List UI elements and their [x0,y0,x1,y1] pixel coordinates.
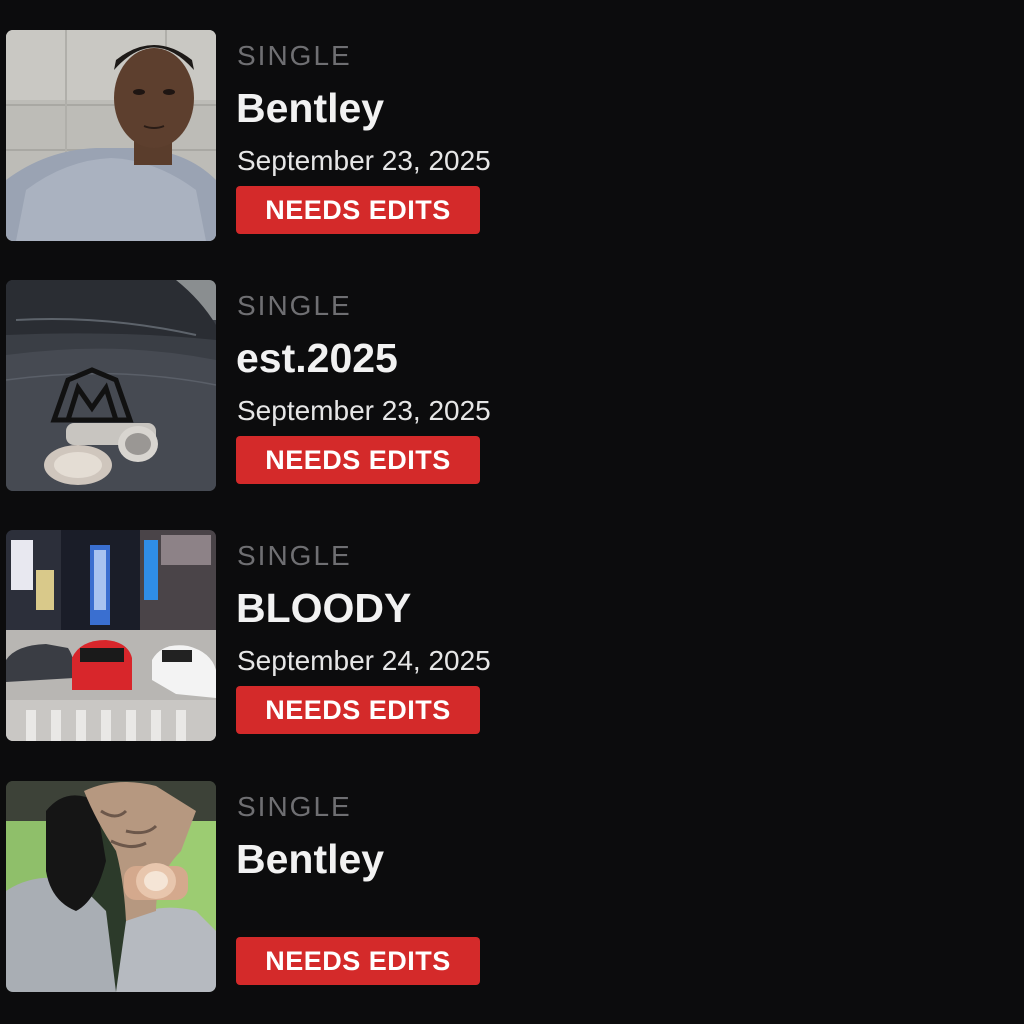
release-title[interactable]: est.2025 [236,334,398,382]
status-badge[interactable]: NEEDS EDITS [236,436,480,484]
release-row[interactable]: SINGLE Bentley September 23, 2025 NEEDS … [0,30,1024,242]
release-title[interactable]: Bentley [236,84,384,132]
release-row[interactable]: SINGLE Bentley NEEDS EDITS [0,781,1024,993]
release-date: September 23, 2025 [237,395,491,426]
release-row[interactable]: SINGLE est.2025 September 23, 2025 NEEDS… [0,280,1024,492]
cover-art-portrait[interactable] [6,30,216,241]
release-type-label: SINGLE [237,540,352,571]
release-date: September 23, 2025 [237,145,491,176]
release-row[interactable]: SINGLE BLOODY September 24, 2025 NEEDS E… [0,530,1024,742]
cover-art-watch-arm[interactable] [6,781,216,992]
release-type-label: SINGLE [237,290,352,321]
release-date: September 24, 2025 [237,645,491,676]
release-type-label: SINGLE [237,40,352,71]
status-badge[interactable]: NEEDS EDITS [236,686,480,734]
release-list: SINGLE Bentley September 23, 2025 NEEDS … [0,0,1024,1024]
release-type-label: SINGLE [237,791,352,822]
status-badge[interactable]: NEEDS EDITS [236,937,480,985]
cover-art-car-hood[interactable] [6,280,216,491]
release-title[interactable]: Bentley [236,835,384,883]
status-badge[interactable]: NEEDS EDITS [236,186,480,234]
release-title[interactable]: BLOODY [236,584,411,632]
cover-art-city-cars[interactable] [6,530,216,741]
